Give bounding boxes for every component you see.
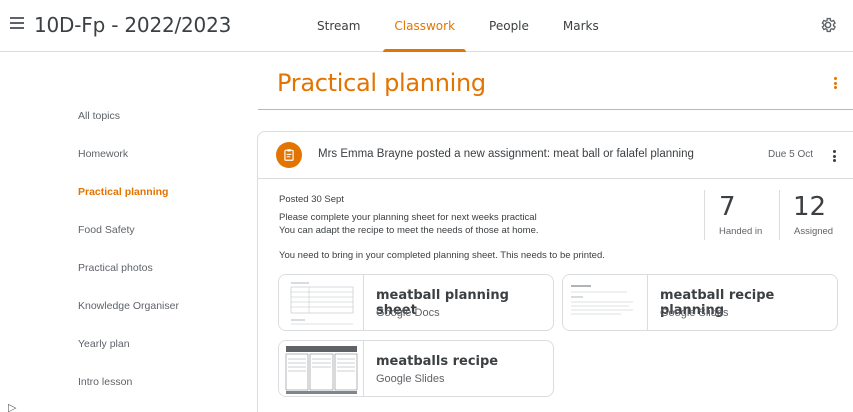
topic-more-options-icon[interactable] xyxy=(831,74,839,92)
tab-stream[interactable]: Stream xyxy=(300,0,377,52)
attachment-card[interactable]: meatball planning sheet Google Docs xyxy=(278,274,554,331)
stat-divider xyxy=(779,190,780,240)
sidebar-item-practical-photos[interactable]: Practical photos xyxy=(78,256,248,294)
topic-title: Practical planning xyxy=(277,69,486,97)
doc-thumbnail xyxy=(279,275,364,330)
due-date: Due 5 Oct xyxy=(768,149,814,160)
attachment-type: Google Slides xyxy=(660,307,729,319)
assigned-label: Assigned xyxy=(794,226,834,237)
assignment-description-line: Please complete your planning sheet for … xyxy=(279,212,537,223)
assignment-title[interactable]: Mrs Emma Brayne posted a new assignment:… xyxy=(318,148,694,160)
sidebar-item-all-topics[interactable]: All topics xyxy=(78,104,248,142)
assignment-description-line: You need to bring in your completed plan… xyxy=(279,250,605,261)
attachment-type: Google Docs xyxy=(376,307,440,319)
sidebar-item-yearly-plan[interactable]: Yearly plan xyxy=(78,332,248,370)
tab-people[interactable]: People xyxy=(472,0,546,52)
sidebar-item-practical-planning[interactable]: Practical planning xyxy=(78,180,248,218)
assignment-card: Mrs Emma Brayne posted a new assignment:… xyxy=(257,131,853,412)
handed-in-label: Handed in xyxy=(719,226,763,237)
topics-sidebar: All topics Homework Practical planning F… xyxy=(78,104,248,408)
assignment-icon xyxy=(276,142,302,168)
gear-icon[interactable] xyxy=(819,16,837,34)
hamburger-menu-icon[interactable] xyxy=(10,17,24,29)
attachment-card[interactable]: meatball recipe planning Google Slides xyxy=(562,274,838,331)
class-nav-tabs: Stream Classwork People Marks xyxy=(300,0,616,52)
top-app-bar: 10D-Fp - 2022/2023 Stream Classwork Peop… xyxy=(0,0,853,52)
stat-divider xyxy=(704,190,705,240)
sidebar-item-food-safety[interactable]: Food Safety xyxy=(78,218,248,256)
tab-classwork[interactable]: Classwork xyxy=(377,0,472,52)
assignment-description-line: You can adapt the recipe to meet the nee… xyxy=(279,225,539,236)
attachment-card[interactable]: meatballs recipe Google Slides xyxy=(278,340,554,397)
attachment-title: meatballs recipe xyxy=(376,354,499,369)
tab-marks[interactable]: Marks xyxy=(546,0,616,52)
assigned-count[interactable]: 12 xyxy=(793,192,826,222)
posted-date: Posted 30 Sept xyxy=(279,194,344,205)
handed-in-count[interactable]: 7 xyxy=(719,192,736,222)
slides-thumbnail xyxy=(563,275,648,330)
assignment-more-options-icon[interactable] xyxy=(830,148,838,164)
class-title[interactable]: 10D-Fp - 2022/2023 xyxy=(34,13,231,37)
sidebar-item-homework[interactable]: Homework xyxy=(78,142,248,180)
slides-thumbnail xyxy=(279,341,364,396)
assignment-header[interactable]: Mrs Emma Brayne posted a new assignment:… xyxy=(258,132,853,179)
sidebar-item-knowledge-organiser[interactable]: Knowledge Organiser xyxy=(78,294,248,332)
expand-arrow-icon[interactable]: ▷ xyxy=(8,401,16,412)
sidebar-item-intro-lesson[interactable]: Intro lesson xyxy=(78,370,248,408)
attachment-type: Google Slides xyxy=(376,373,445,385)
topic-divider xyxy=(258,109,853,110)
